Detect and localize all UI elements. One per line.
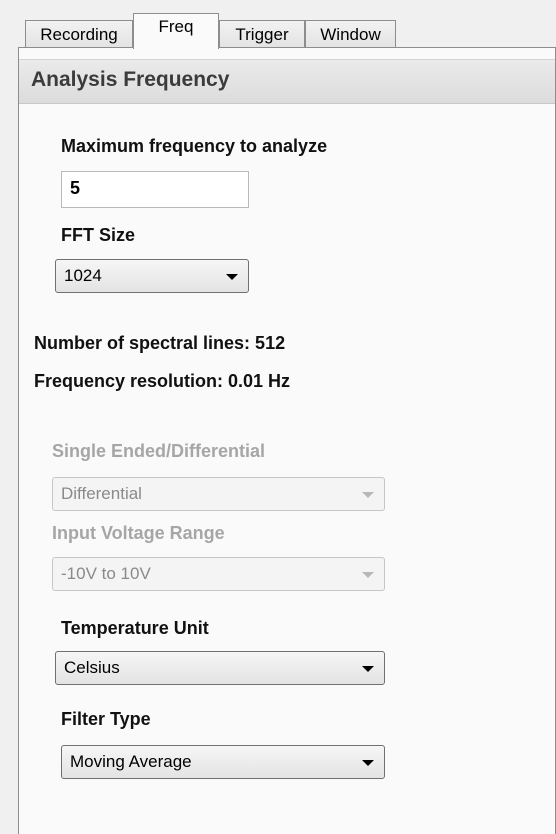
filter-type-label: Filter Type xyxy=(61,709,151,729)
chevron-down-icon xyxy=(226,274,238,280)
max-frequency-input[interactable]: 5 xyxy=(61,171,249,208)
filter-type-value: Moving Average xyxy=(70,752,192,771)
temperature-unit-dropdown[interactable]: Celsius xyxy=(55,651,385,685)
spectral-lines-text: Number of spectral lines: 512 xyxy=(34,333,286,353)
freq-tab-panel: Analysis Frequency Maximum frequency to … xyxy=(18,47,556,834)
max-frequency-label: Maximum frequency to analyze xyxy=(61,136,328,156)
fft-size-value: 1024 xyxy=(64,266,102,285)
input-voltage-range-label: Input Voltage Range xyxy=(52,523,225,543)
chevron-down-icon xyxy=(362,760,374,766)
single-ended-differential-dropdown[interactable]: Differential xyxy=(52,477,385,511)
single-ended-differential-label: Single Ended/Differential xyxy=(52,441,266,461)
single-ended-differential-value: Differential xyxy=(61,484,142,503)
temperature-unit-label: Temperature Unit xyxy=(61,618,209,638)
chevron-down-icon xyxy=(362,666,374,672)
fft-size-dropdown[interactable]: 1024 xyxy=(55,259,249,293)
settings-window: Recording Freq Trigger Window Analysis F… xyxy=(0,0,556,834)
temperature-unit-value: Celsius xyxy=(64,658,120,677)
chevron-down-icon xyxy=(362,492,374,498)
filter-type-dropdown[interactable]: Moving Average xyxy=(61,745,385,779)
fft-size-label: FFT Size xyxy=(61,225,136,245)
panel-title: Analysis Frequency xyxy=(31,68,230,91)
input-voltage-range-value: -10V to 10V xyxy=(61,564,151,583)
tab-window[interactable]: Window xyxy=(305,20,396,48)
tab-recording[interactable]: Recording xyxy=(25,20,133,48)
tab-freq[interactable]: Freq xyxy=(133,13,219,49)
panel-header: Analysis Frequency xyxy=(19,59,555,104)
chevron-down-icon xyxy=(362,572,374,578)
frequency-resolution-text: Frequency resolution: 0.01 Hz xyxy=(34,371,291,391)
input-voltage-range-dropdown[interactable]: -10V to 10V xyxy=(52,557,385,591)
tab-trigger[interactable]: Trigger xyxy=(219,20,305,48)
